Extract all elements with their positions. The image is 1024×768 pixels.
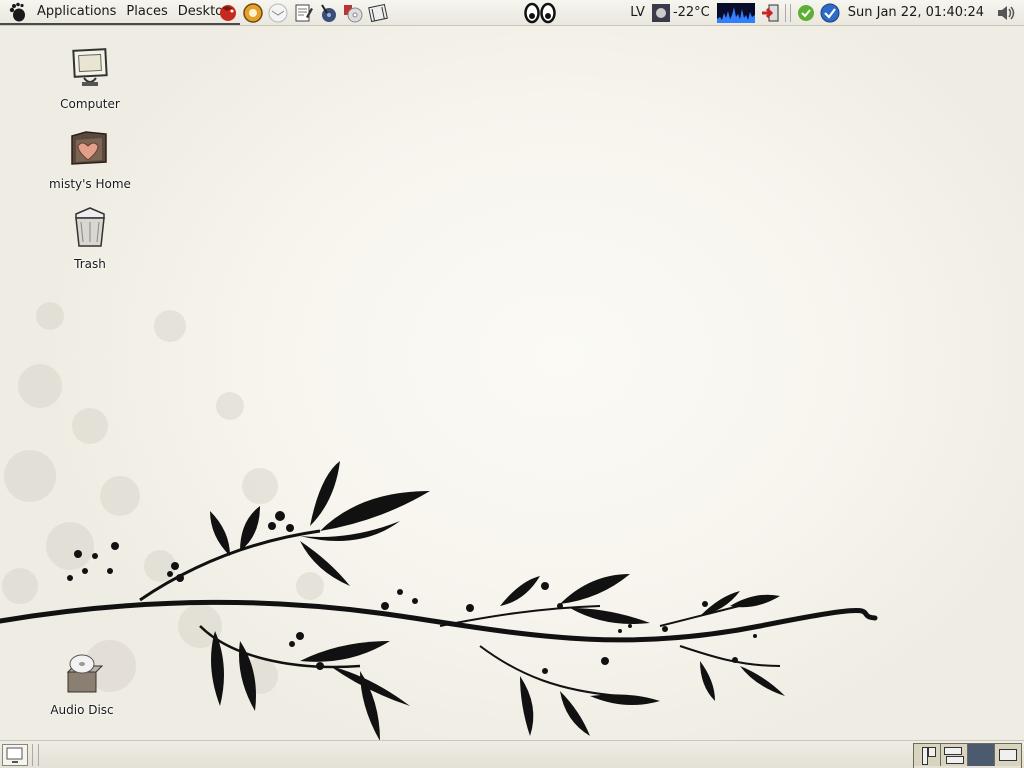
- desktop-icon-label: Computer: [60, 97, 120, 111]
- network-status-icon[interactable]: [796, 3, 816, 23]
- desktop-icon-label: Audio Disc: [50, 703, 114, 717]
- trash-icon: [75, 207, 105, 247]
- show-desktop-icon: [6, 747, 23, 763]
- gaim-icon[interactable]: [241, 1, 264, 24]
- top-panel: Applications Places Desktop LV -22°C Sun…: [0, 0, 1024, 26]
- menu-places[interactable]: Places: [121, 0, 172, 24]
- bottom-panel: [0, 740, 1024, 768]
- show-desktop-button[interactable]: [2, 744, 28, 766]
- tray-separator: [784, 3, 791, 22]
- movie-player-icon[interactable]: [366, 1, 389, 24]
- keyboard-layout-indicator[interactable]: LV: [626, 5, 649, 20]
- desktop-icon-computer[interactable]: Computer: [40, 44, 140, 111]
- system-monitor-graph[interactable]: [716, 2, 755, 23]
- clock[interactable]: Sun Jan 22, 01:40:24: [842, 5, 994, 20]
- desktop-icon-trash[interactable]: Trash: [40, 204, 140, 271]
- gnome-foot-icon[interactable]: [6, 1, 28, 23]
- computer-icon: [72, 48, 108, 86]
- mail-icon[interactable]: [266, 1, 289, 24]
- menu-bar: Applications Places Desktop: [0, 0, 241, 25]
- desktop-icon-audio-disc[interactable]: Audio Disc: [32, 650, 132, 717]
- desktop-icon-home[interactable]: misty's Home: [40, 124, 140, 191]
- home-folder-icon: [71, 131, 107, 165]
- desktop-wallpaper: [0, 26, 1024, 740]
- eyes-applet-icon[interactable]: [524, 2, 556, 24]
- cd-burner-icon[interactable]: [341, 1, 364, 24]
- menu-applications[interactable]: Applications: [32, 0, 121, 24]
- workspace-switcher: [913, 743, 1022, 768]
- audio-disc-icon: [66, 654, 104, 693]
- text-editor-icon[interactable]: [291, 1, 314, 24]
- update-notifier-icon[interactable]: [820, 3, 840, 23]
- system-tray: LV -22°C Sun Jan 22, 01:40:24: [626, 0, 1024, 25]
- logout-icon[interactable]: [760, 3, 780, 23]
- weather-temperature[interactable]: -22°C: [673, 5, 714, 20]
- firefox-icon[interactable]: [216, 1, 239, 24]
- workspace-4[interactable]: [995, 744, 1021, 766]
- weather-icon[interactable]: [651, 3, 671, 23]
- desktop-icon-label: Trash: [74, 257, 106, 271]
- workspace-3[interactable]: [968, 744, 995, 766]
- workspace-2[interactable]: [941, 744, 968, 766]
- branch-artwork: [0, 302, 878, 740]
- media-player-icon[interactable]: [316, 1, 339, 24]
- desktop-icon-label: misty's Home: [49, 177, 131, 191]
- launcher-group: [216, 1, 389, 24]
- volume-icon[interactable]: [996, 3, 1016, 23]
- workspace-1[interactable]: [914, 744, 941, 766]
- panel-drag-handle[interactable]: [32, 744, 39, 766]
